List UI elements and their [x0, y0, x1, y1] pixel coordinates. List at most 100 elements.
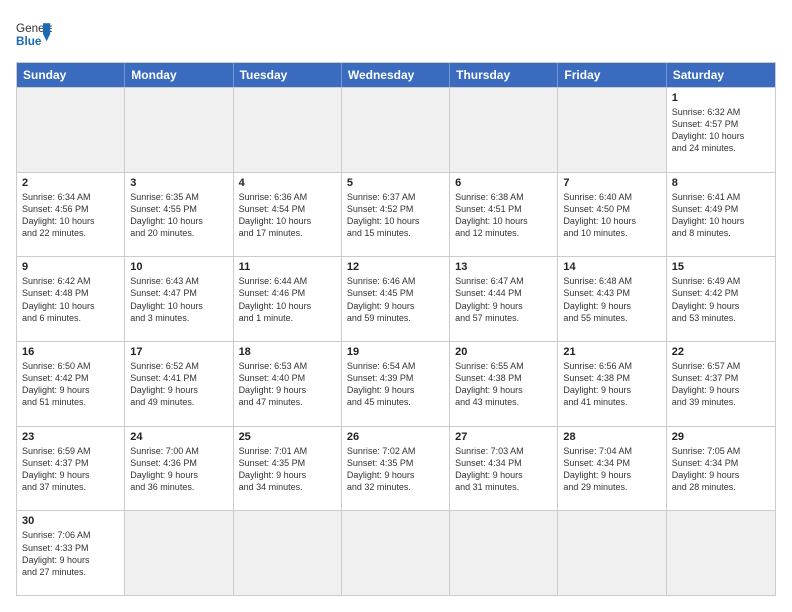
weekday-header-friday: Friday: [558, 63, 666, 87]
calendar-cell: 1 Sunrise: 6:32 AM Sunset: 4:57 PM Daylig…: [667, 88, 775, 172]
calendar-cell: [558, 88, 666, 172]
day-number: 18: [239, 346, 336, 358]
calendar-cell: 12 Sunrise: 6:46 AM Sunset: 4:45 PM Dayli…: [342, 257, 450, 341]
calendar-row-4: 23 Sunrise: 6:59 AM Sunset: 4:37 PM Dayli…: [17, 426, 775, 511]
calendar-cell: [234, 88, 342, 172]
day-number: 22: [672, 346, 770, 358]
calendar-cell: 6 Sunrise: 6:38 AM Sunset: 4:51 PM Daylig…: [450, 173, 558, 257]
day-number: 24: [130, 431, 227, 443]
calendar-cell: 27 Sunrise: 7:03 AM Sunset: 4:34 PM Dayli…: [450, 427, 558, 511]
calendar-cell: 24Sunrise: 7:00 AM Sunset: 4:36 PM Dayli…: [125, 427, 233, 511]
day-number: 21: [563, 346, 660, 358]
day-info: Sunrise: 6:36 AM Sunset: 4:54 PM Dayligh…: [239, 191, 336, 240]
calendar-cell: 14 Sunrise: 6:48 AM Sunset: 4:43 PM Dayli…: [558, 257, 666, 341]
day-info: Sunrise: 6:40 AM Sunset: 4:50 PM Dayligh…: [563, 191, 660, 240]
day-info: Sunrise: 7:01 AM Sunset: 4:35 PM Dayligh…: [239, 445, 336, 494]
day-number: 4: [239, 177, 336, 189]
calendar-cell: [450, 511, 558, 595]
day-number: 13: [455, 261, 552, 273]
day-info: Sunrise: 7:04 AM Sunset: 4:34 PM Dayligh…: [563, 445, 660, 494]
calendar-cell: [342, 88, 450, 172]
calendar-cell: 7Sunrise: 6:40 AM Sunset: 4:50 PM Daylig…: [558, 173, 666, 257]
day-number: 30: [22, 515, 119, 527]
day-number: 14: [563, 261, 660, 273]
generalblue-logo-icon: General Blue: [16, 16, 52, 52]
calendar-cell: 3 Sunrise: 6:35 AM Sunset: 4:55 PM Daylig…: [125, 173, 233, 257]
calendar-cell: 5 Sunrise: 6:37 AM Sunset: 4:52 PM Daylig…: [342, 173, 450, 257]
day-number: 29: [672, 431, 770, 443]
logo: General Blue: [16, 16, 52, 52]
calendar-cell: 23 Sunrise: 6:59 AM Sunset: 4:37 PM Dayli…: [17, 427, 125, 511]
svg-text:Blue: Blue: [16, 35, 42, 48]
day-number: 1: [672, 92, 770, 104]
calendar-cell: 11 Sunrise: 6:44 AM Sunset: 4:46 PM Dayli…: [234, 257, 342, 341]
calendar-cell: 13Sunrise: 6:47 AM Sunset: 4:44 PM Dayli…: [450, 257, 558, 341]
day-info: Sunrise: 6:52 AM Sunset: 4:41 PM Dayligh…: [130, 360, 227, 409]
day-info: Sunrise: 7:06 AM Sunset: 4:33 PM Dayligh…: [22, 529, 119, 578]
day-info: Sunrise: 6:43 AM Sunset: 4:47 PM Dayligh…: [130, 275, 227, 324]
day-info: Sunrise: 7:02 AM Sunset: 4:35 PM Dayligh…: [347, 445, 444, 494]
calendar-cell: 21Sunrise: 6:56 AM Sunset: 4:38 PM Dayli…: [558, 342, 666, 426]
day-info: Sunrise: 6:42 AM Sunset: 4:48 PM Dayligh…: [22, 275, 119, 324]
calendar-row-0: 1 Sunrise: 6:32 AM Sunset: 4:57 PM Daylig…: [17, 87, 775, 172]
day-info: Sunrise: 6:59 AM Sunset: 4:37 PM Dayligh…: [22, 445, 119, 494]
calendar-cell: [558, 511, 666, 595]
day-info: Sunrise: 6:38 AM Sunset: 4:51 PM Dayligh…: [455, 191, 552, 240]
day-number: 8: [672, 177, 770, 189]
day-number: 5: [347, 177, 444, 189]
calendar-cell: 30 Sunrise: 7:06 AM Sunset: 4:33 PM Dayli…: [17, 511, 125, 595]
day-info: Sunrise: 6:35 AM Sunset: 4:55 PM Dayligh…: [130, 191, 227, 240]
day-number: 25: [239, 431, 336, 443]
calendar-cell: 4 Sunrise: 6:36 AM Sunset: 4:54 PM Daylig…: [234, 173, 342, 257]
calendar-cell: 10Sunrise: 6:43 AM Sunset: 4:47 PM Dayli…: [125, 257, 233, 341]
day-info: Sunrise: 6:32 AM Sunset: 4:57 PM Dayligh…: [672, 106, 770, 155]
calendar-cell: 17 Sunrise: 6:52 AM Sunset: 4:41 PM Dayli…: [125, 342, 233, 426]
day-info: Sunrise: 6:46 AM Sunset: 4:45 PM Dayligh…: [347, 275, 444, 324]
day-info: Sunrise: 6:34 AM Sunset: 4:56 PM Dayligh…: [22, 191, 119, 240]
day-info: Sunrise: 7:03 AM Sunset: 4:34 PM Dayligh…: [455, 445, 552, 494]
weekday-header-sunday: Sunday: [17, 63, 125, 87]
day-info: Sunrise: 6:54 AM Sunset: 4:39 PM Dayligh…: [347, 360, 444, 409]
day-info: Sunrise: 6:57 AM Sunset: 4:37 PM Dayligh…: [672, 360, 770, 409]
day-info: Sunrise: 6:48 AM Sunset: 4:43 PM Dayligh…: [563, 275, 660, 324]
calendar: SundayMondayTuesdayWednesdayThursdayFrid…: [16, 62, 776, 596]
weekday-header-thursday: Thursday: [450, 63, 558, 87]
day-number: 6: [455, 177, 552, 189]
weekday-header-wednesday: Wednesday: [342, 63, 450, 87]
calendar-cell: 15 Sunrise: 6:49 AM Sunset: 4:42 PM Dayli…: [667, 257, 775, 341]
calendar-row-1: 2 Sunrise: 6:34 AM Sunset: 4:56 PM Daylig…: [17, 172, 775, 257]
calendar-cell: [234, 511, 342, 595]
calendar-cell: [17, 88, 125, 172]
calendar-cell: 18Sunrise: 6:53 AM Sunset: 4:40 PM Dayli…: [234, 342, 342, 426]
calendar-cell: 9Sunrise: 6:42 AM Sunset: 4:48 PM Daylig…: [17, 257, 125, 341]
header: General Blue: [16, 16, 776, 52]
calendar-cell: [450, 88, 558, 172]
day-info: Sunrise: 6:44 AM Sunset: 4:46 PM Dayligh…: [239, 275, 336, 324]
day-number: 12: [347, 261, 444, 273]
day-number: 23: [22, 431, 119, 443]
day-number: 11: [239, 261, 336, 273]
calendar-cell: 2 Sunrise: 6:34 AM Sunset: 4:56 PM Daylig…: [17, 173, 125, 257]
calendar-cell: 26Sunrise: 7:02 AM Sunset: 4:35 PM Dayli…: [342, 427, 450, 511]
day-info: Sunrise: 6:50 AM Sunset: 4:42 PM Dayligh…: [22, 360, 119, 409]
calendar-cell: 25 Sunrise: 7:01 AM Sunset: 4:35 PM Dayli…: [234, 427, 342, 511]
day-info: Sunrise: 6:49 AM Sunset: 4:42 PM Dayligh…: [672, 275, 770, 324]
day-number: 17: [130, 346, 227, 358]
calendar-cell: [667, 511, 775, 595]
weekday-header-tuesday: Tuesday: [234, 63, 342, 87]
day-info: Sunrise: 6:37 AM Sunset: 4:52 PM Dayligh…: [347, 191, 444, 240]
calendar-cell: 28Sunrise: 7:04 AM Sunset: 4:34 PM Dayli…: [558, 427, 666, 511]
day-number: 19: [347, 346, 444, 358]
day-number: 3: [130, 177, 227, 189]
calendar-row-2: 9Sunrise: 6:42 AM Sunset: 4:48 PM Daylig…: [17, 256, 775, 341]
calendar-row-3: 16Sunrise: 6:50 AM Sunset: 4:42 PM Dayli…: [17, 341, 775, 426]
day-info: Sunrise: 6:41 AM Sunset: 4:49 PM Dayligh…: [672, 191, 770, 240]
day-number: 2: [22, 177, 119, 189]
calendar-cell: 19 Sunrise: 6:54 AM Sunset: 4:39 PM Dayli…: [342, 342, 450, 426]
calendar-cell: [125, 88, 233, 172]
calendar-cell: 22 Sunrise: 6:57 AM Sunset: 4:37 PM Dayli…: [667, 342, 775, 426]
day-number: 27: [455, 431, 552, 443]
calendar-cell: 20Sunrise: 6:55 AM Sunset: 4:38 PM Dayli…: [450, 342, 558, 426]
day-number: 15: [672, 261, 770, 273]
day-info: Sunrise: 7:05 AM Sunset: 4:34 PM Dayligh…: [672, 445, 770, 494]
